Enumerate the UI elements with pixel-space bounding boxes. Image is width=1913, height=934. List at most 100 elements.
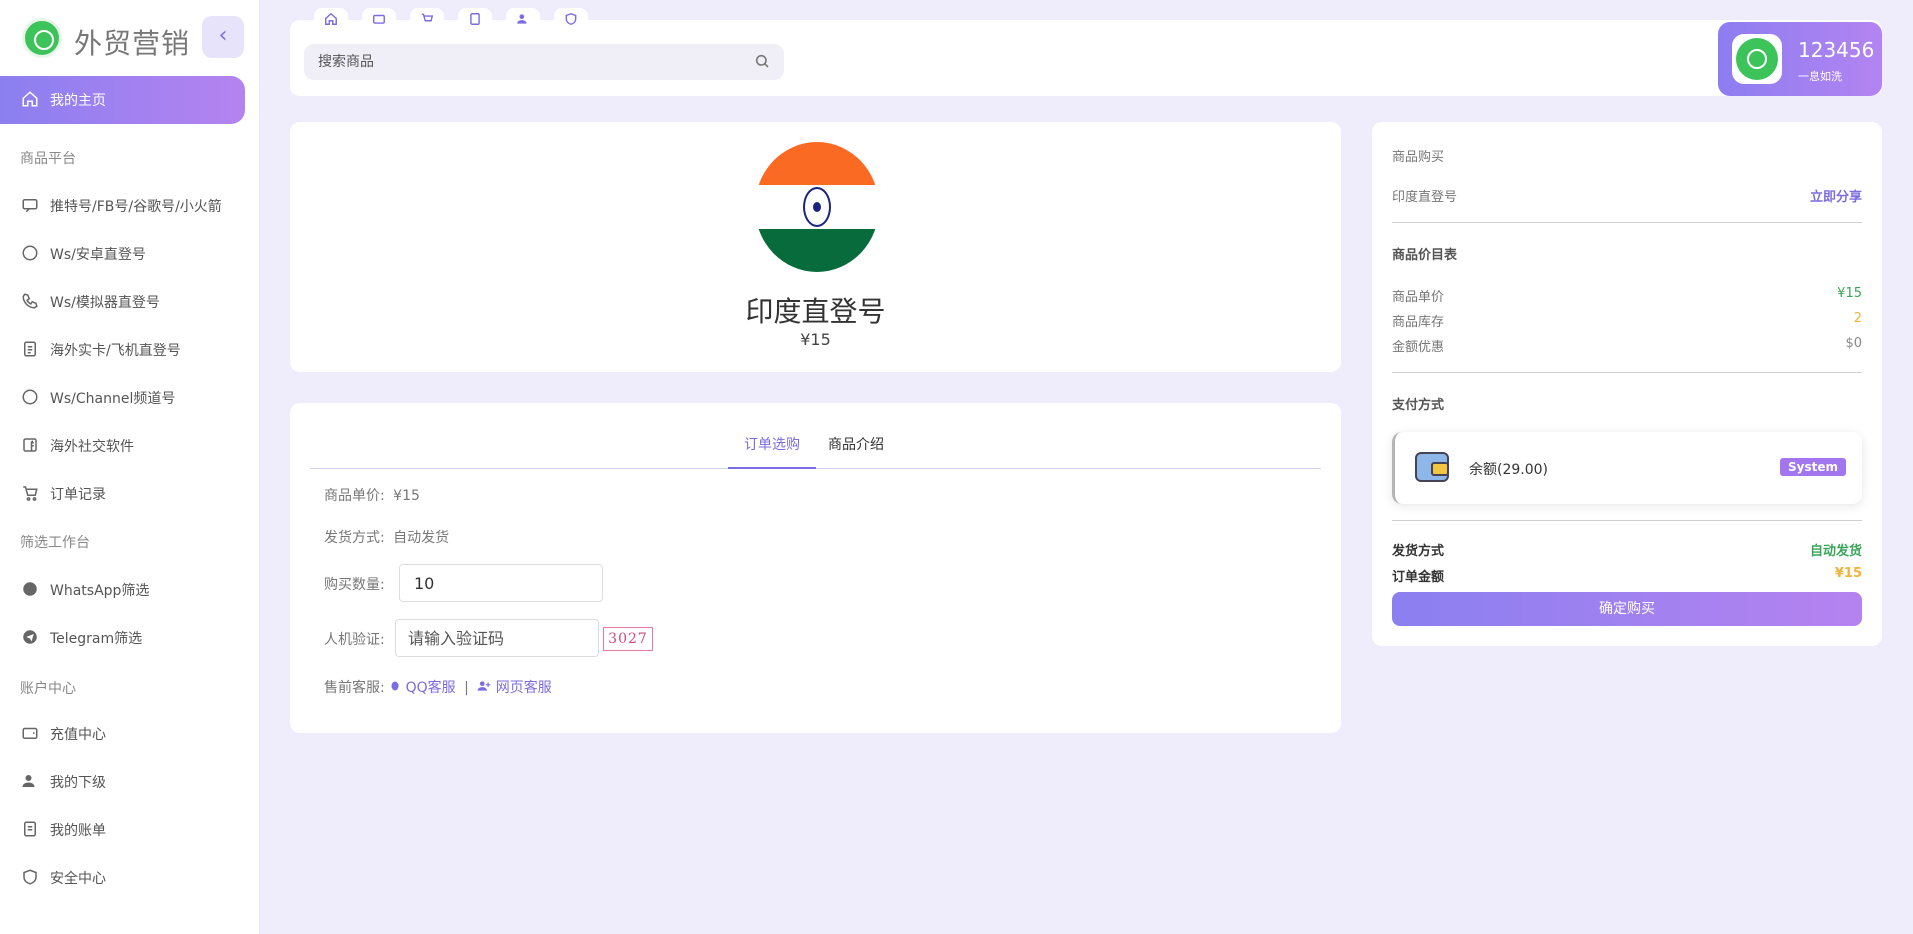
- users-icon[interactable]: [506, 8, 540, 36]
- support-row: 售前客服: QQ客服 | 网页客服: [324, 677, 552, 697]
- document-icon: [20, 340, 40, 360]
- home-icon[interactable]: [314, 8, 348, 36]
- section-filter: 筛选工作台: [20, 535, 90, 551]
- top-header: 123456 一息如洗: [290, 8, 1882, 96]
- bill-icon[interactable]: [458, 8, 492, 36]
- sidebar-item-label: 充值中心: [50, 727, 106, 743]
- telegram-icon: [20, 628, 40, 648]
- total-value: ¥15: [1834, 566, 1862, 581]
- whatsapp-icon: [20, 580, 40, 600]
- user-plus-icon: [477, 681, 491, 691]
- facebook-icon: [20, 436, 40, 456]
- user-tag: 一息如洗: [1798, 70, 1842, 83]
- unit-price-value: ¥15: [393, 488, 420, 504]
- india-flag-icon: [755, 142, 879, 272]
- user-name: 123456: [1798, 38, 1875, 62]
- wallet-icon[interactable]: [362, 8, 396, 36]
- home-icon: [20, 90, 40, 110]
- sidebar-item-label: 海外社交软件: [50, 439, 134, 455]
- cart-icon[interactable]: [410, 8, 444, 36]
- sidebar-item-bills[interactable]: 我的账单: [0, 810, 245, 850]
- sidebar-item-overseas-sim[interactable]: 海外实卡/飞机直登号: [0, 330, 245, 370]
- unit-price-label: 商品单价: [1392, 290, 1445, 305]
- balance-label: 余额(29.00): [1469, 462, 1549, 478]
- bill-icon: [20, 820, 40, 840]
- delivery-value: 自动发货: [393, 530, 450, 546]
- web-support-link[interactable]: 网页客服: [477, 680, 552, 696]
- support-separator: |: [464, 680, 469, 696]
- sidebar-item-home[interactable]: 我的主页: [0, 76, 245, 124]
- delivery-value: 自动发货: [1809, 544, 1862, 559]
- search-input[interactable]: [318, 44, 738, 80]
- sidebar-item-label: Ws/安卓直登号: [50, 247, 146, 263]
- sidebar-item-label: Ws/Channel频道号: [50, 391, 176, 407]
- buy-section-title: 商品购买: [1392, 150, 1445, 165]
- user-card[interactable]: 123456 一息如洗: [1718, 22, 1882, 96]
- sidebar-item-label: 订单记录: [50, 487, 106, 503]
- wallet-icon: [1415, 452, 1449, 482]
- sidebar-item-ws-android[interactable]: Ws/安卓直登号: [0, 234, 245, 274]
- qq-icon: [391, 681, 399, 691]
- sidebar-item-orders[interactable]: 订单记录: [0, 474, 245, 514]
- phone-icon: [20, 292, 40, 312]
- sidebar-item-label: 我的下级: [50, 775, 106, 791]
- shield-icon[interactable]: [554, 8, 588, 36]
- unit-price-value: ¥15: [1837, 286, 1862, 301]
- product-card: 印度直登号 ¥15: [290, 122, 1341, 372]
- sidebar-item-label: Ws/模拟器直登号: [50, 295, 160, 311]
- product-price: ¥15: [800, 330, 831, 349]
- section-products: 商品平台: [20, 151, 76, 167]
- sidebar-item-label: 我的账单: [50, 823, 106, 839]
- sidebar-item-social-apps[interactable]: 海外社交软件: [0, 426, 245, 466]
- collapse-sidebar-button[interactable]: ‹: [202, 16, 244, 58]
- delivery-label: 发货方式: [1392, 544, 1445, 559]
- captcha-image[interactable]: 3027: [603, 627, 653, 651]
- captcha-input[interactable]: [395, 619, 599, 657]
- total-label: 订单金额: [1392, 570, 1445, 585]
- section-account: 账户中心: [20, 681, 76, 697]
- divider: [1392, 222, 1862, 223]
- system-badge: System: [1780, 458, 1846, 476]
- captcha-label: 人机验证:: [324, 632, 385, 648]
- chevron-left-icon: ‹: [218, 23, 228, 48]
- order-tabs: 订单选购 商品介绍: [310, 425, 1321, 469]
- quantity-input[interactable]: [399, 564, 603, 602]
- sidebar-item-whatsapp-filter[interactable]: WhatsApp筛选: [0, 570, 245, 610]
- search-icon[interactable]: [754, 53, 770, 69]
- stock-value: 2: [1853, 311, 1862, 326]
- users-icon: [20, 772, 40, 792]
- sidebar-item-security[interactable]: 安全中心: [0, 858, 245, 898]
- avatar-logo-icon: [1736, 38, 1778, 80]
- stock-label: 商品库存: [1392, 315, 1445, 330]
- buy-panel: 商品购买 印度直登号 立即分享 商品价目表 商品单价 ¥15 商品库存 2 金额…: [1372, 122, 1882, 646]
- wallet-icon: [20, 724, 40, 744]
- chat-icon: [20, 196, 40, 216]
- unit-price-label: 商品单价:: [324, 488, 385, 504]
- discount-value: $0: [1845, 336, 1862, 351]
- avatar: [1732, 34, 1782, 84]
- sidebar-item-label: 我的主页: [50, 93, 106, 109]
- sidebar-item-label: 安全中心: [50, 871, 106, 887]
- payment-option-balance[interactable]: 余额(29.00) System: [1392, 432, 1862, 504]
- order-card: 订单选购 商品介绍 商品单价: ¥15 发货方式: 自动发货 购买数量: 人机验…: [290, 403, 1341, 733]
- sidebar-item-label: 海外实卡/飞机直登号: [50, 343, 181, 359]
- divider: [1392, 520, 1862, 521]
- payment-title: 支付方式: [1392, 398, 1445, 413]
- share-link[interactable]: 立即分享: [1810, 186, 1862, 205]
- tab-order[interactable]: 订单选购: [728, 425, 816, 469]
- search-box: [304, 44, 784, 80]
- sidebar-item-twitter-fb-google[interactable]: 推特号/FB号/谷歌号/小火箭: [0, 186, 245, 226]
- qty-label: 购买数量:: [324, 577, 385, 593]
- qq-support-link[interactable]: QQ客服: [389, 680, 460, 696]
- sidebar-item-recharge[interactable]: 充值中心: [0, 714, 245, 754]
- confirm-purchase-button[interactable]: 确定购买: [1392, 592, 1862, 626]
- price-table-title: 商品价目表: [1392, 248, 1458, 263]
- tab-product-intro[interactable]: 商品介绍: [812, 425, 900, 469]
- sidebar-item-ws-channel[interactable]: Ws/Channel频道号: [0, 378, 245, 418]
- sidebar-item-label: WhatsApp筛选: [50, 583, 150, 599]
- sidebar-item-subordinates[interactable]: 我的下级: [0, 762, 245, 802]
- divider: [1392, 372, 1862, 373]
- sidebar-item-label: Telegram筛选: [50, 631, 143, 647]
- sidebar-item-ws-emulator[interactable]: Ws/模拟器直登号: [0, 282, 245, 322]
- sidebar-item-telegram-filter[interactable]: Telegram筛选: [0, 618, 245, 658]
